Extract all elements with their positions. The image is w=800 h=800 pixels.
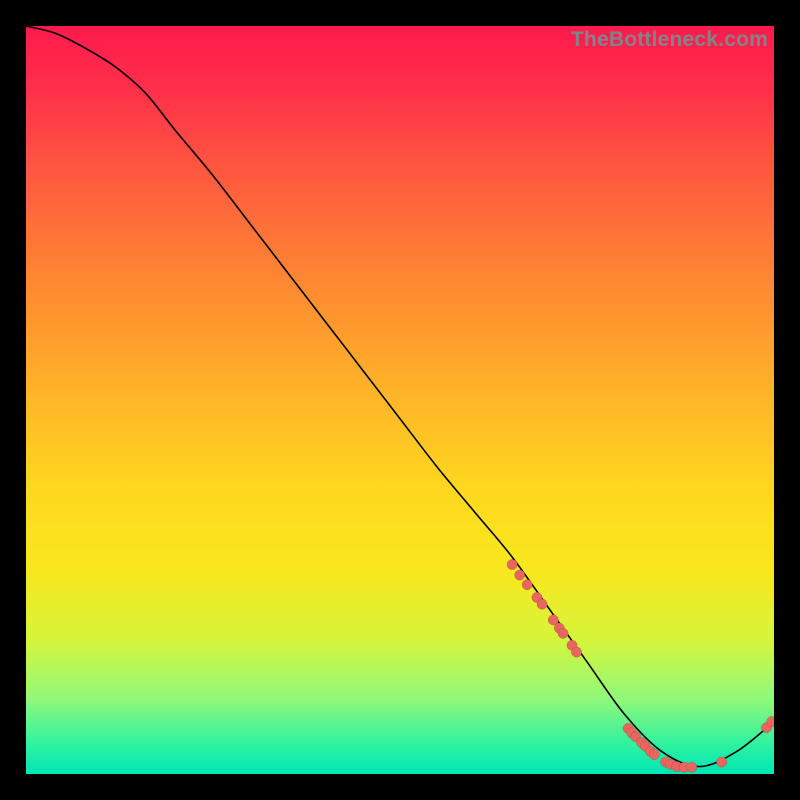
data-point (522, 580, 532, 590)
data-point (514, 570, 524, 580)
scatter-group (507, 559, 774, 772)
data-point (537, 599, 547, 609)
plot-area: TheBottleneck.com (26, 26, 774, 774)
data-point (558, 628, 568, 638)
chart-stage: TheBottleneck.com (0, 0, 800, 800)
data-point (507, 559, 517, 569)
data-point (716, 757, 726, 767)
curve-path (26, 26, 774, 767)
chart-svg (26, 26, 774, 774)
data-point (649, 749, 659, 759)
data-point (571, 647, 581, 657)
data-point (687, 762, 697, 772)
